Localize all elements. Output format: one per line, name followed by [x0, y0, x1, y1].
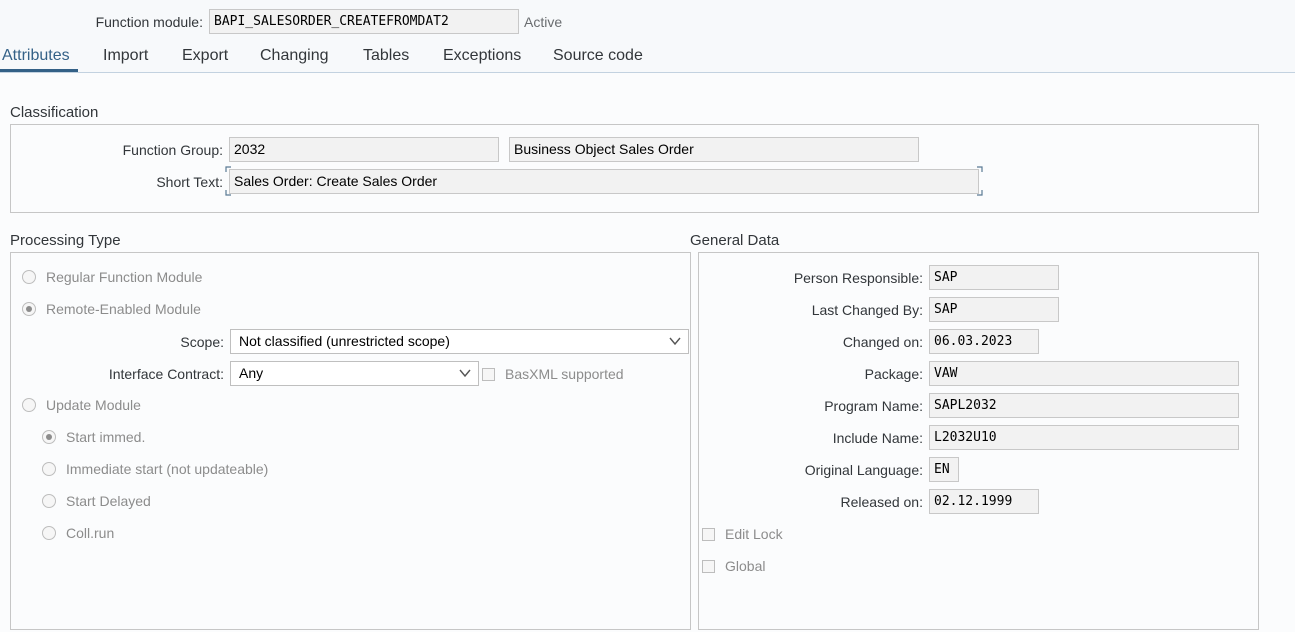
function-module-label: Function module: [95, 14, 203, 30]
basxml-checkbox[interactable]: BasXML supported [482, 366, 624, 382]
checkbox-indicator [482, 367, 495, 381]
changed-on-label: Changed on: [842, 334, 923, 350]
radio-start-immed[interactable]: Start immed. [42, 429, 145, 445]
checkbox-indicator [702, 559, 715, 573]
function-group-field[interactable]: 2032 [229, 137, 499, 162]
released-on-field[interactable]: 02.12.1999 [929, 489, 1039, 514]
radio-indicator [42, 430, 56, 444]
tab-attributes[interactable]: Attributes [2, 46, 70, 66]
scope-label: Scope: [180, 334, 224, 350]
person-responsible-label: Person Responsible: [793, 270, 923, 286]
checkbox-indicator [702, 527, 715, 541]
scope-value: Not classified (unrestricted scope) [239, 333, 450, 349]
radio-indicator [42, 526, 56, 540]
tab-exceptions[interactable]: Exceptions [443, 46, 521, 66]
chevron-down-icon [669, 337, 681, 346]
radio-indicator [22, 270, 36, 284]
header-bar: Function module: BAPI_SALESORDER_CREATEF… [0, 0, 1295, 42]
radio-indicator [22, 302, 36, 316]
radio-regular-function-module[interactable]: Regular Function Module [22, 269, 202, 285]
classification-title: Classification [10, 104, 99, 121]
checkbox-label: BasXML supported [505, 366, 624, 382]
radio-remote-enabled-module[interactable]: Remote-Enabled Module [22, 301, 201, 317]
released-on-label: Released on: [840, 494, 923, 510]
last-changed-by-field[interactable]: SAP [929, 297, 1059, 322]
focus-frame [225, 166, 983, 196]
scope-dropdown[interactable]: Not classified (unrestricted scope) [230, 329, 689, 354]
program-name-field[interactable]: SAPL2032 [929, 393, 1239, 418]
interface-contract-label: Interface Contract: [108, 366, 224, 382]
general-data-title: General Data [690, 232, 780, 249]
processing-type-title: Processing Type [10, 232, 121, 249]
function-group-description: Business Object Sales Order [509, 137, 919, 162]
interface-contract-dropdown[interactable]: Any [230, 361, 479, 386]
program-name-label: Program Name: [824, 398, 923, 414]
radio-indicator [42, 494, 56, 508]
original-language-field[interactable]: EN [929, 457, 959, 482]
status-text: Active [524, 14, 563, 30]
chevron-down-icon [459, 369, 471, 378]
radio-label: Start immed. [66, 429, 146, 445]
include-name-field[interactable]: L2032U10 [929, 425, 1239, 450]
radio-start-delayed[interactable]: Start Delayed [42, 493, 151, 509]
radio-label: Update Module [46, 397, 141, 413]
package-label: Package: [864, 366, 923, 382]
package-field[interactable]: VAW [929, 361, 1239, 386]
global-checkbox[interactable]: Global [702, 558, 765, 574]
radio-label: Remote-Enabled Module [46, 301, 201, 317]
radio-immediate-start-not-updateable[interactable]: Immediate start (not updateable) [42, 461, 268, 477]
radio-update-module[interactable]: Update Module [22, 397, 141, 413]
radio-label: Coll.run [66, 525, 115, 541]
function-module-field[interactable]: BAPI_SALESORDER_CREATEFROMDAT2 [209, 9, 519, 34]
edit-lock-checkbox[interactable]: Edit Lock [702, 526, 783, 542]
last-changed-by-label: Last Changed By: [811, 302, 923, 318]
radio-indicator [42, 462, 56, 476]
include-name-label: Include Name: [832, 430, 923, 446]
function-group-label: Function Group: [122, 142, 223, 158]
radio-coll-run[interactable]: Coll.run [42, 525, 114, 541]
checkbox-label: Global [725, 558, 766, 574]
checkbox-label: Edit Lock [725, 526, 783, 542]
interface-contract-value: Any [239, 365, 264, 381]
changed-on-field[interactable]: 06.03.2023 [929, 329, 1039, 354]
tab-export[interactable]: Export [182, 46, 228, 66]
radio-label: Immediate start (not updateable) [66, 461, 269, 477]
tab-import[interactable]: Import [103, 46, 148, 66]
radio-indicator [22, 398, 36, 412]
tab-changing[interactable]: Changing [260, 46, 329, 66]
short-text-label: Short Text: [156, 174, 223, 190]
person-responsible-field[interactable]: SAP [929, 265, 1059, 290]
radio-label: Start Delayed [66, 493, 151, 509]
radio-label: Regular Function Module [46, 269, 203, 285]
tab-source-code[interactable]: Source code [553, 46, 643, 66]
original-language-label: Original Language: [804, 462, 923, 478]
tab-tables[interactable]: Tables [363, 46, 409, 66]
